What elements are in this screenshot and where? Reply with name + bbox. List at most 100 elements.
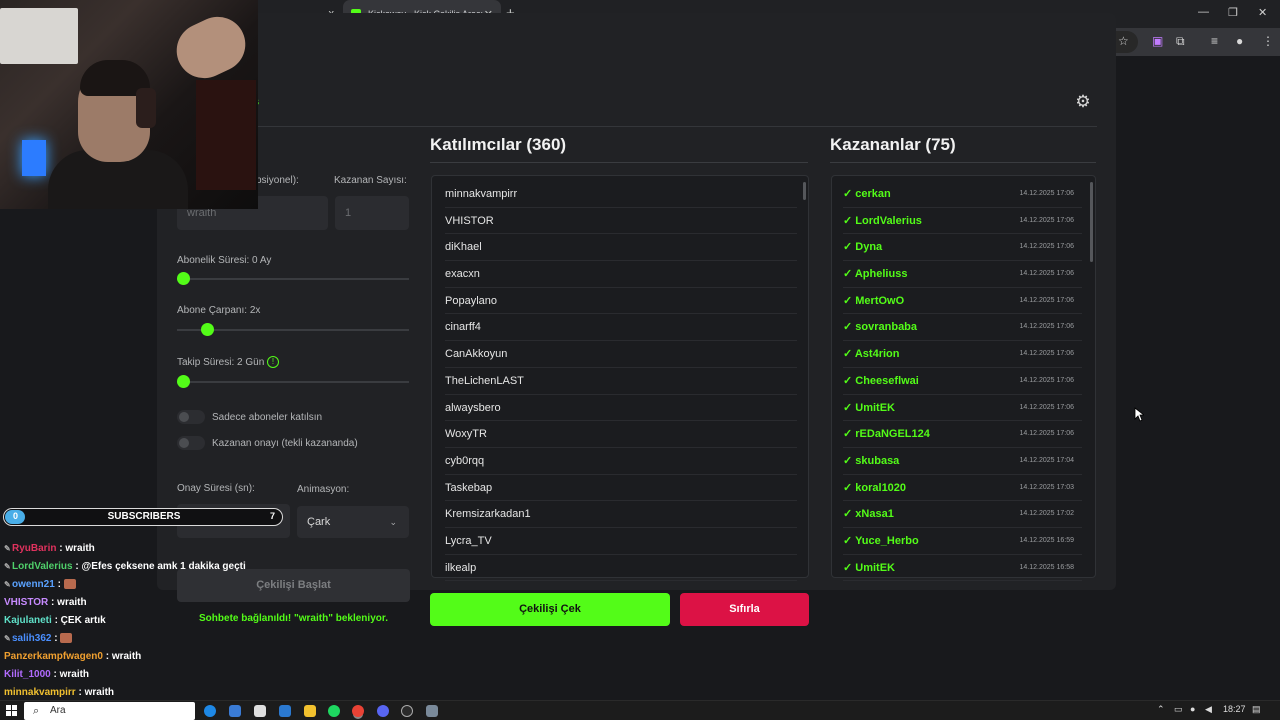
- webcam-overlay: [0, 0, 258, 209]
- winner-count-input[interactable]: 1: [335, 196, 409, 230]
- obs-app-icon[interactable]: [401, 705, 413, 717]
- winner-name: ✓ skubasa: [843, 454, 900, 467]
- winner-name: ✓ Dyna: [843, 241, 883, 254]
- chat-badge-icon: ✎: [4, 562, 11, 571]
- winner-row: ✓ Dyna 14.12.2025 17:06: [843, 234, 1082, 262]
- app-icon[interactable]: [229, 705, 241, 717]
- participant-row: CanAkkoyun: [445, 341, 797, 368]
- winner-name: ✓ LordValerius: [843, 214, 922, 227]
- winner-timestamp: 14.12.2025 17:02: [1019, 510, 1075, 518]
- windows-start-icon[interactable]: [6, 705, 18, 717]
- participant-row: Taskebap: [445, 475, 797, 502]
- edge-app-icon[interactable]: [204, 705, 216, 717]
- subs-only-toggle[interactable]: [177, 410, 205, 424]
- winner-name: ✓ MertOwO: [843, 294, 905, 307]
- spotify-app-icon[interactable]: [328, 705, 340, 717]
- reset-button[interactable]: Sıfırla: [680, 593, 809, 626]
- bookmark-star-icon[interactable]: ☆: [1118, 34, 1129, 48]
- chat-message: ✎salih362 :: [4, 630, 304, 648]
- info-icon[interactable]: !: [267, 356, 279, 368]
- network-icon[interactable]: ▭: [1174, 704, 1183, 715]
- winner-name: ✓ xNasa1: [843, 508, 894, 521]
- subscriber-goal-target: 7: [269, 511, 275, 521]
- winners-scrollbar[interactable]: [1090, 182, 1093, 262]
- confirm-time-label: Onay Süresi (sn):: [177, 483, 255, 494]
- mail-app-icon[interactable]: [279, 705, 291, 717]
- animation-select[interactable]: Çark ⌄: [297, 506, 409, 538]
- chat-username: Panzerkampfwagen0: [4, 651, 103, 662]
- winner-row: ✓ LordValerius 14.12.2025 17:06: [843, 208, 1082, 235]
- taskbar-clock[interactable]: 18:27: [1223, 704, 1246, 714]
- winners-title: Kazananlar (75): [830, 135, 956, 154]
- winner-timestamp: 14.12.2025 17:06: [1019, 350, 1075, 358]
- chat-message: Panzerkampfwagen0 : wraith: [4, 648, 304, 666]
- follow-duration-slider[interactable]: [177, 381, 409, 383]
- sub-duration-slider-handle[interactable]: [177, 272, 190, 285]
- sub-duration-slider[interactable]: [177, 278, 409, 280]
- extensions-puzzle-icon[interactable]: ⧉: [1176, 34, 1185, 49]
- winner-timestamp: 14.12.2025 16:58: [1019, 563, 1075, 571]
- chat-username: Kajulaneti: [4, 615, 52, 626]
- microphone-icon[interactable]: ●: [1190, 704, 1195, 714]
- draw-winner-button[interactable]: Çekilişi Çek: [430, 593, 670, 626]
- winner-row: ✓ rEDaNGEL124 14.12.2025 17:06: [843, 421, 1082, 448]
- winner-timestamp: 14.12.2025 17:06: [1019, 430, 1075, 438]
- notification-icon[interactable]: ▤: [1252, 704, 1261, 715]
- taskbar-search-box[interactable]: ⌕ Ara: [24, 702, 195, 720]
- winner-timestamp: 14.12.2025 17:06: [1019, 270, 1075, 278]
- tray-chevron-up-icon[interactable]: ⌃: [1157, 704, 1165, 715]
- discord-app-icon[interactable]: [377, 705, 389, 717]
- search-icon: ⌕: [33, 705, 40, 717]
- winners-list: ✓ cerkan 14.12.2025 17:06 ✓ LordValerius 14…: [843, 181, 1082, 582]
- participants-scrollbar[interactable]: [803, 182, 806, 200]
- chat-overlay: ✎RyuBarin : wraith ✎LordValerius : @Efes …: [4, 540, 304, 702]
- winner-name: ✓ koral1020: [843, 481, 907, 494]
- calculator-app-icon[interactable]: [426, 705, 438, 717]
- subscriber-goal-title: SUBSCRIBERS: [107, 511, 181, 522]
- winner-timestamp: 14.12.2025 17:06: [1019, 403, 1075, 411]
- sub-multiplier-slider-handle[interactable]: [201, 323, 214, 336]
- chat-emote-icon: [63, 579, 76, 590]
- winner-row: ✓ sovranbaba 14.12.2025 17:06: [843, 314, 1082, 342]
- minimize-button[interactable]: —: [1198, 6, 1209, 18]
- profile-avatar-icon[interactable]: ●: [1236, 34, 1243, 48]
- chat-message: VHISTOR : wraith: [4, 594, 304, 612]
- file-explorer-icon[interactable]: [304, 705, 316, 717]
- participant-row: VHISTOR: [445, 208, 797, 235]
- participant-row: cinarff4: [445, 314, 797, 342]
- winner-row: ✓ UmitEK 14.12.2025 17:06: [843, 395, 1082, 422]
- winner-timestamp: 14.12.2025 17:06: [1019, 323, 1075, 331]
- chrome-app-icon[interactable]: [352, 705, 364, 717]
- winner-timestamp: 14.12.2025 17:06: [1019, 243, 1075, 251]
- winner-row: ✓ xNasa1 14.12.2025 17:02: [843, 501, 1082, 528]
- winner-timestamp: 14.12.2025 17:06: [1019, 376, 1075, 384]
- winner-name: ✓ rEDaNGEL124: [843, 428, 930, 441]
- volume-icon[interactable]: ◀: [1205, 704, 1212, 715]
- winner-confirm-toggle[interactable]: [177, 436, 205, 450]
- browser-menu-icon[interactable]: ⋮: [1262, 34, 1274, 48]
- extension-icon[interactable]: ▣: [1152, 34, 1163, 48]
- winner-name: ✓ Apheliuss: [843, 268, 908, 281]
- window-close-button[interactable]: ✕: [1258, 6, 1267, 19]
- winner-row: ✓ Apheliuss 14.12.2025 17:06: [843, 261, 1082, 288]
- winner-row: ✓ MertOwO 14.12.2025 17:06: [843, 288, 1082, 315]
- chat-message: ✎RyuBarin : wraith: [4, 540, 304, 558]
- winner-row: ✓ UmitEK 14.12.2025 16:58: [843, 555, 1082, 582]
- winner-timestamp: 14.12.2025 17:06: [1019, 216, 1075, 224]
- taskbar-search-placeholder: Ara: [50, 705, 66, 716]
- media-control-icon[interactable]: ≡: [1211, 34, 1218, 48]
- sub-multiplier-label: Abone Çarpanı: 2x: [177, 305, 261, 316]
- restore-button[interactable]: ❐: [1228, 6, 1238, 19]
- chat-text: : wraith: [102, 651, 142, 662]
- chat-text: : wraith: [50, 669, 90, 680]
- gear-icon[interactable]: ⚙: [1073, 92, 1093, 112]
- participants-title-divider: [430, 162, 808, 163]
- subscriber-goal-bar: 0 SUBSCRIBERS 7: [3, 508, 283, 526]
- store-app-icon[interactable]: [254, 705, 266, 717]
- webcam-headset: [136, 88, 156, 128]
- chat-username: salih362: [12, 633, 52, 644]
- winner-name: ✓ UmitEK: [843, 561, 895, 574]
- follow-duration-slider-handle[interactable]: [177, 375, 190, 388]
- winner-row: ✓ Ast4rion 14.12.2025 17:06: [843, 341, 1082, 368]
- winner-name: ✓ Yuce_Herbo: [843, 534, 919, 547]
